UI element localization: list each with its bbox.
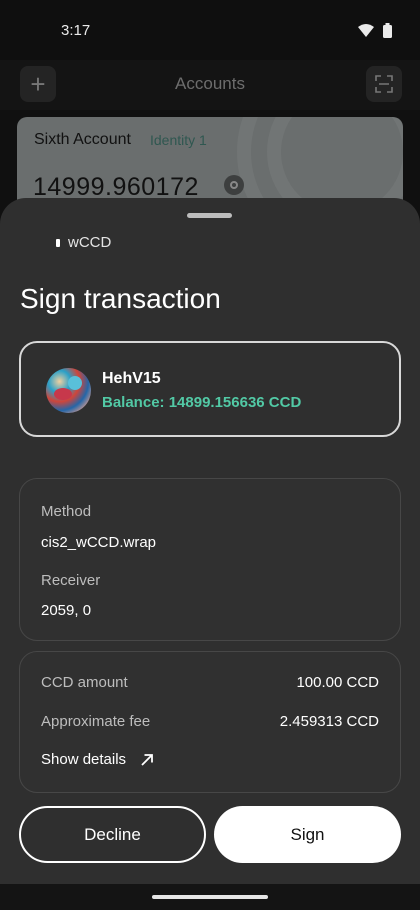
home-gesture-pill[interactable] xyxy=(152,895,268,899)
fee-value: 2.459313 CCD xyxy=(279,713,379,730)
dapp-name: wCCD xyxy=(68,234,112,251)
method-value: cis2_wCCD.wrap xyxy=(41,534,157,551)
show-details-link[interactable]: Show details xyxy=(41,751,154,768)
battery-icon xyxy=(383,23,392,38)
ccd-icon xyxy=(224,175,244,195)
dapp-icon xyxy=(56,238,60,247)
system-nav-bar xyxy=(0,884,420,910)
arrow-up-right-icon xyxy=(141,753,153,766)
method-label: Method xyxy=(41,503,92,520)
app-header: + Accounts xyxy=(0,60,420,110)
ccd-amount-value: 100.00 CCD xyxy=(296,674,379,691)
fee-row: Approximate fee 2.459313 CCD xyxy=(41,713,379,730)
fee-label: Approximate fee xyxy=(41,713,151,730)
selected-account-name: HehV15 xyxy=(102,370,161,387)
selected-account-balance: Balance: 14899.156636 CCD xyxy=(102,394,302,411)
wifi-icon xyxy=(358,24,374,37)
receiver-label: Receiver xyxy=(41,572,101,589)
sign-transaction-sheet: wCCD Sign transaction HehV15 Balance: 14… xyxy=(0,198,420,884)
avatar xyxy=(46,368,91,413)
dapp-info: wCCD xyxy=(56,234,111,251)
decline-button[interactable]: Decline xyxy=(19,806,206,863)
amount-card: CCD amount 100.00 CCD Approximate fee 2.… xyxy=(19,651,401,793)
ccd-amount-row: CCD amount 100.00 CCD xyxy=(41,674,379,691)
receiver-value: 2059, 0 xyxy=(41,602,92,619)
transaction-details-card: Method cis2_wCCD.wrap Receiver 2059, 0 xyxy=(19,478,401,641)
ccd-amount-label: CCD amount xyxy=(41,674,128,691)
account-identity: Identity 1 xyxy=(150,132,207,148)
show-details-label: Show details xyxy=(41,751,127,768)
account-selector[interactable]: HehV15 Balance: 14899.156636 CCD xyxy=(19,341,401,437)
scan-button[interactable] xyxy=(366,66,402,102)
page-title: Accounts xyxy=(175,74,245,93)
status-icons xyxy=(358,23,392,38)
drag-handle[interactable] xyxy=(187,213,232,218)
sign-button[interactable]: Sign xyxy=(214,806,401,863)
sheet-title: Sign transaction xyxy=(20,283,221,314)
account-name: Sixth Account xyxy=(34,131,131,148)
status-bar: 3:17 xyxy=(0,0,420,60)
scan-icon xyxy=(375,75,393,93)
status-time: 3:17 xyxy=(61,22,91,39)
